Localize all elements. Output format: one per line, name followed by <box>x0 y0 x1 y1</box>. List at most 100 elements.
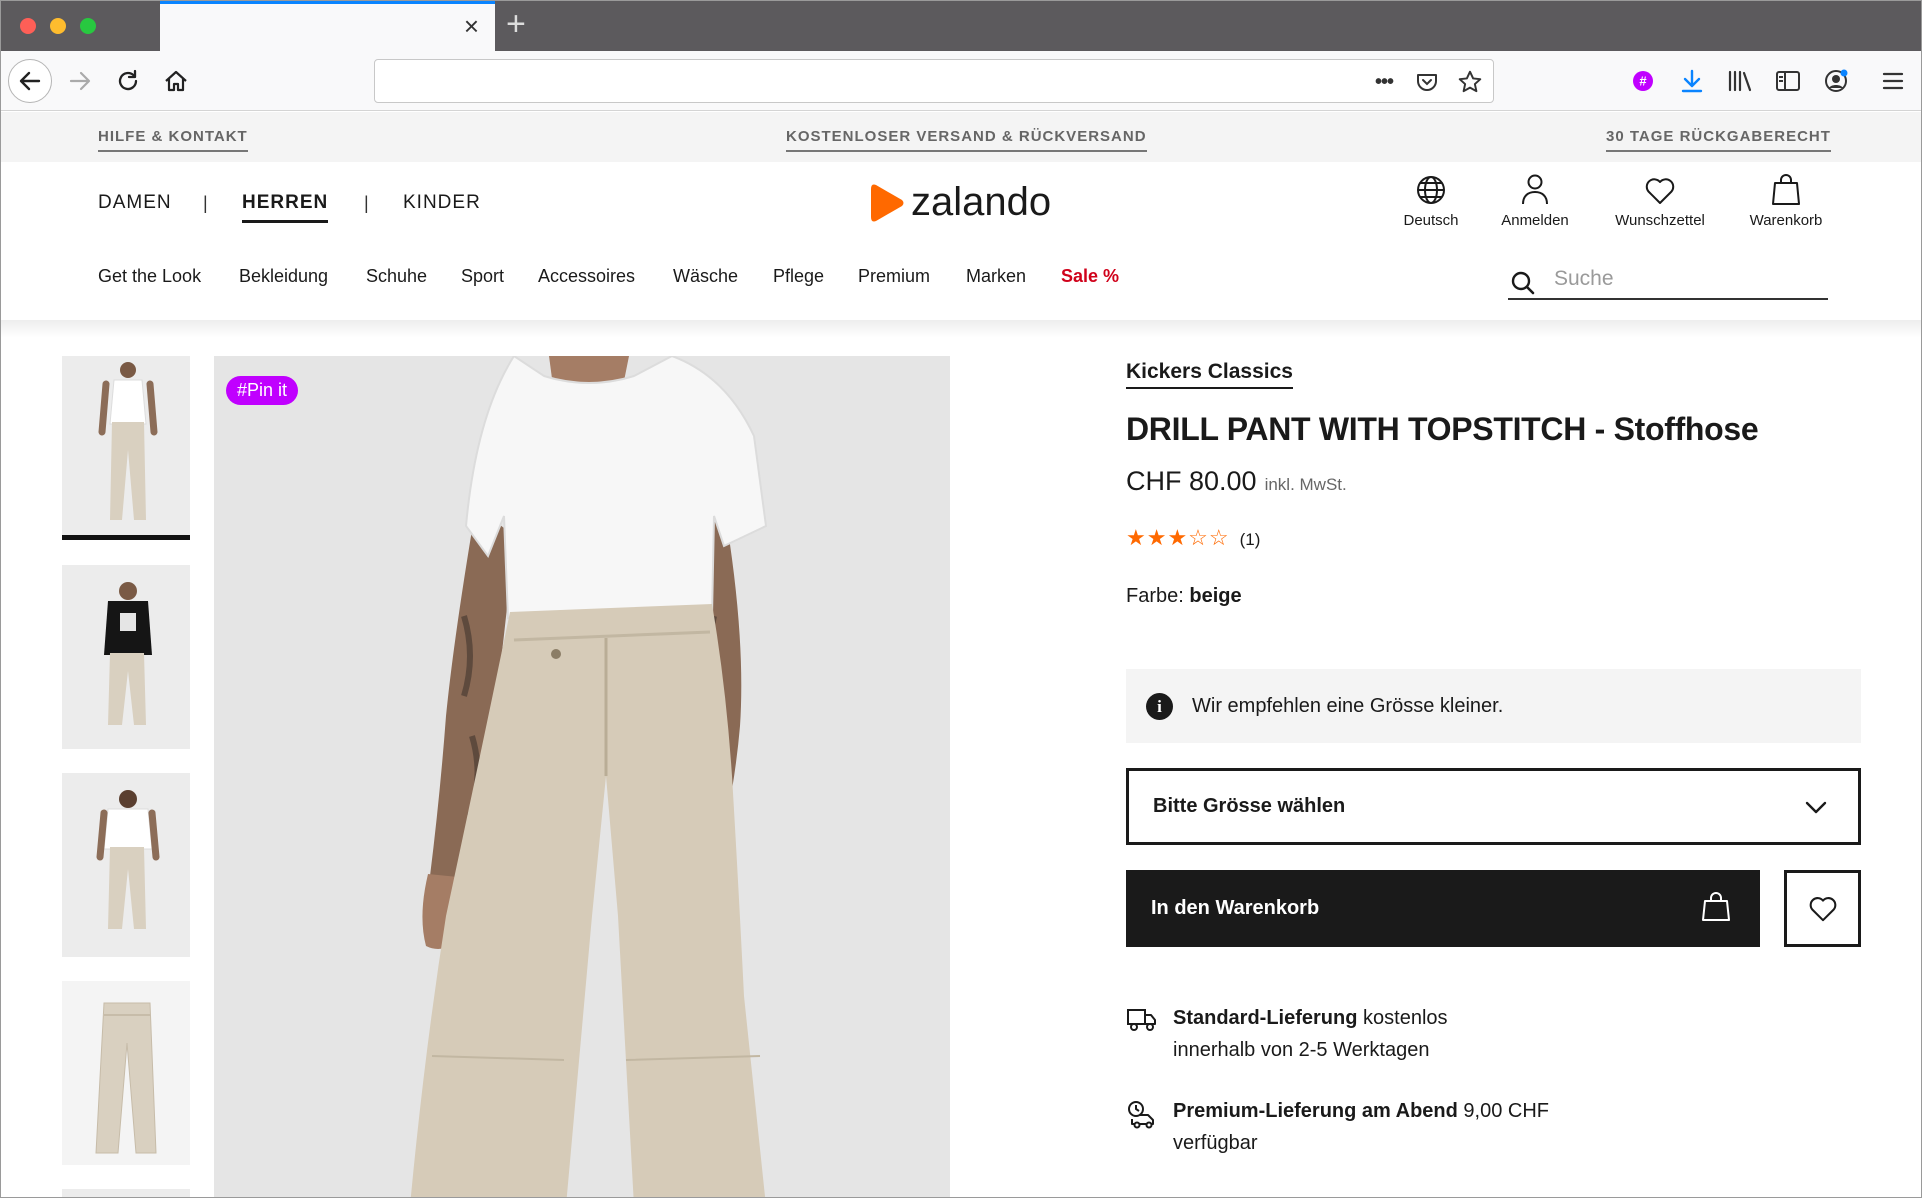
brand-link[interactable]: Kickers Classics <box>1126 360 1293 389</box>
close-window-button[interactable] <box>20 18 36 34</box>
color-label: Farbe: <box>1126 585 1184 607</box>
gender-tab-damen[interactable]: DAMEN <box>98 192 172 214</box>
category-accessoires[interactable]: Accessoires <box>538 266 635 287</box>
product-thumbnail-3[interactable] <box>62 773 190 957</box>
thumbnail-image <box>62 773 190 957</box>
delivery-standard-title: Standard-Lieferung <box>1173 1007 1358 1029</box>
color-value: beige <box>1189 585 1242 607</box>
rating-stars[interactable]: ★★★☆☆ (1) <box>1126 525 1260 551</box>
gender-tab-kinder[interactable]: KINDER <box>403 192 481 214</box>
evening-delivery-icon <box>1128 1101 1154 1129</box>
wishlist-button[interactable]: Wunschzettel <box>1606 172 1714 229</box>
cart-label: Warenkorb <box>1749 212 1823 229</box>
address-bar[interactable]: ••• <box>374 59 1494 103</box>
vat-note: inkl. MwSt. <box>1264 475 1347 494</box>
sidebar-icon[interactable] <box>1766 59 1810 103</box>
search-field[interactable]: Suche <box>1508 262 1828 300</box>
home-button[interactable] <box>154 59 198 103</box>
add-to-cart-button[interactable]: In den Warenkorb <box>1126 870 1760 947</box>
gender-tab-herren[interactable]: HERREN <box>242 192 329 223</box>
reload-button[interactable] <box>106 59 150 103</box>
wishlist-label: Wunschzettel <box>1615 212 1705 229</box>
account-icon[interactable] <box>1814 59 1858 103</box>
thumbnail-image <box>62 981 190 1165</box>
pocket-icon[interactable] <box>1414 69 1440 95</box>
delivery-standard-time: innerhalb von 2-5 Werktagen <box>1173 1039 1430 1061</box>
thumbnail-image <box>62 565 190 749</box>
extension-hash-icon[interactable]: # <box>1621 59 1665 103</box>
info-icon: i <box>1146 693 1173 720</box>
globe-icon <box>1417 176 1445 204</box>
language-button[interactable]: Deutsch <box>1399 172 1463 229</box>
category-waesche[interactable]: Wäsche <box>673 266 738 287</box>
forward-arrow-icon <box>69 71 91 91</box>
site-header: DAMEN | HERREN | KINDER zalando Deutsch … <box>1 162 1921 322</box>
maximize-window-button[interactable] <box>80 18 96 34</box>
forward-button[interactable] <box>58 59 102 103</box>
svg-text:#: # <box>1639 74 1647 89</box>
back-arrow-icon <box>19 71 41 91</box>
tab-close-icon[interactable]: × <box>464 13 479 39</box>
search-placeholder: Suche <box>1554 267 1614 290</box>
minimize-window-button[interactable] <box>50 18 66 34</box>
reload-icon <box>118 69 138 91</box>
login-button[interactable]: Anmelden <box>1495 172 1575 229</box>
size-select[interactable]: Bitte Grösse wählen <box>1126 768 1861 845</box>
search-icon <box>1511 271 1535 295</box>
bookmark-star-icon[interactable] <box>1457 69 1483 95</box>
user-icon <box>1522 174 1548 205</box>
shopping-bag-icon <box>1702 892 1730 921</box>
logo-wordmark: zalando <box>911 180 1052 224</box>
menu-icon[interactable] <box>1871 59 1915 103</box>
category-schuhe[interactable]: Schuhe <box>366 266 427 287</box>
rating-count: (1) <box>1239 530 1261 549</box>
header-shadow <box>1 320 1921 338</box>
browser-window: × + ••• # HILFE & KONTAKT KOSTENLOSER VE… <box>0 0 1922 1198</box>
free-shipping-link[interactable]: KOSTENLOSER VERSAND & RÜCKVERSAND <box>786 128 1147 152</box>
zalando-logo[interactable]: zalando <box>869 180 1051 225</box>
product-thumbnail-1[interactable] <box>62 356 190 540</box>
navigation-toolbar: ••• # <box>1 51 1921 111</box>
product-thumbnail-2[interactable] <box>62 565 190 749</box>
delivery-premium-price: 9,00 CHF <box>1463 1100 1550 1122</box>
new-tab-button[interactable]: + <box>506 7 526 41</box>
chevron-down-icon <box>1805 801 1827 814</box>
product-main-image[interactable]: #Pin it <box>214 356 950 1197</box>
language-label: Deutsch <box>1403 212 1459 229</box>
category-sale[interactable]: Sale % <box>1061 266 1119 287</box>
zalando-logo-icon <box>871 184 904 221</box>
add-to-wishlist-button[interactable] <box>1784 870 1861 947</box>
gender-separator: | <box>364 193 369 213</box>
size-recommendation-text: Wir empfehlen eine Grösse kleiner. <box>1192 695 1504 717</box>
category-bekleidung[interactable]: Bekleidung <box>239 266 328 287</box>
thumbnail-image <box>62 356 190 535</box>
help-contact-link[interactable]: HILFE & KONTAKT <box>98 128 248 152</box>
back-button[interactable] <box>8 59 52 103</box>
category-pflege[interactable]: Pflege <box>773 266 824 287</box>
stars-filled: ★★★ <box>1126 525 1189 550</box>
add-to-cart-label: In den Warenkorb <box>1151 897 1320 919</box>
delivery-premium-title: Premium-Lieferung am Abend <box>1173 1100 1458 1122</box>
category-marken[interactable]: Marken <box>966 266 1026 287</box>
cart-button[interactable]: Warenkorb <box>1745 172 1827 229</box>
product-title: DRILL PANT WITH TOPSTITCH - Stoffhose <box>1126 411 1759 447</box>
product-thumbnail-5[interactable] <box>62 1189 190 1197</box>
browser-tab[interactable]: × <box>160 1 495 51</box>
title-bar: × + <box>1 1 1921 51</box>
delivery-standard-price: kostenlos <box>1363 1007 1448 1029</box>
return-policy-link[interactable]: 30 TAGE RÜCKGABERECHT <box>1606 128 1831 152</box>
delivery-truck-icon <box>1127 1009 1156 1031</box>
category-sport[interactable]: Sport <box>461 266 504 287</box>
downloads-icon[interactable] <box>1670 59 1714 103</box>
product-photo <box>214 356 950 1197</box>
pin-it-badge[interactable]: #Pin it <box>226 376 299 405</box>
product-price: CHF 80.00 <box>1126 466 1257 496</box>
shopping-bag-icon <box>1772 174 1800 205</box>
product-thumbnail-4[interactable] <box>62 981 190 1165</box>
library-icon[interactable] <box>1718 59 1762 103</box>
size-recommendation-box: i Wir empfehlen eine Grösse kleiner. <box>1126 669 1861 743</box>
category-get-the-look[interactable]: Get the Look <box>98 266 201 287</box>
page-actions-icon[interactable]: ••• <box>1371 69 1397 95</box>
stars-empty: ☆☆ <box>1188 525 1230 550</box>
category-premium[interactable]: Premium <box>858 266 930 287</box>
